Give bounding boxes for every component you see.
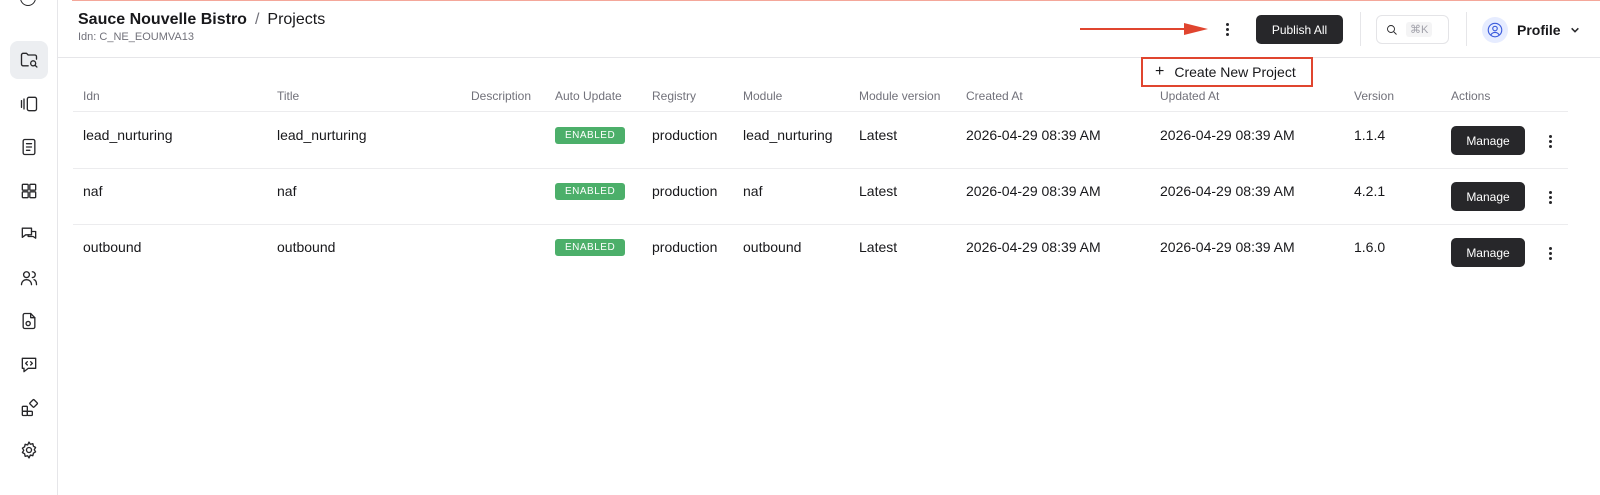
cell-idn: outbound	[83, 239, 142, 255]
sidebar	[0, 0, 58, 495]
breadcrumb: Sauce Nouvelle Bistro / Projects	[78, 11, 325, 29]
cell-module: lead_nurturing	[743, 127, 833, 143]
users-icon	[20, 271, 38, 286]
page-header: Sauce Nouvelle Bistro / Projects Idn: C_NE…	[58, 0, 1600, 58]
cell-title: outbound	[277, 239, 336, 255]
app-logo-icon	[20, 0, 36, 6]
search-shortcut-hint: ⌘K	[1406, 22, 1433, 37]
cell-version: 1.6.0	[1354, 239, 1386, 255]
sidebar-item-settings[interactable]	[10, 431, 48, 469]
cell-idn: naf	[83, 183, 103, 199]
breadcrumb-separator: /	[254, 11, 260, 28]
code-chat-icon	[21, 357, 37, 373]
sidebar-item-documents[interactable]	[10, 128, 48, 166]
column-header-updated-at[interactable]: Updated At	[1160, 89, 1219, 103]
cell-module-version: Latest	[859, 183, 898, 199]
column-header-version[interactable]: Version	[1354, 89, 1394, 103]
cell-module: outbound	[743, 239, 802, 255]
row-more-options-button[interactable]	[1542, 245, 1558, 261]
breadcrumb-org[interactable]: Sauce Nouvelle Bistro	[78, 11, 247, 28]
column-header-module[interactable]: Module	[743, 89, 782, 103]
row-more-options-button[interactable]	[1542, 189, 1558, 205]
cell-registry: production	[652, 127, 718, 143]
cell-registry: production	[652, 239, 718, 255]
cell-idn: lead_nurturing	[83, 127, 173, 143]
chat-icon	[21, 227, 37, 239]
annotation-arrow	[1080, 23, 1208, 35]
sidebar-item-file-settings[interactable]	[10, 302, 48, 340]
document-icon	[22, 138, 36, 156]
sidebar-item-conversations[interactable]	[10, 215, 48, 253]
table-header-row: Idn Title Description Auto Update Regist…	[73, 86, 1568, 112]
column-header-auto-update[interactable]: Auto Update	[555, 89, 622, 103]
header-divider	[1466, 12, 1467, 46]
cell-version: 4.2.1	[1354, 183, 1386, 199]
grid-icon	[21, 183, 37, 199]
cell-module-version: Latest	[859, 127, 898, 143]
folder-search-icon	[20, 52, 38, 68]
cell-created-at: 2026-04-29 08:39 AM	[966, 183, 1101, 199]
table-row[interactable]: lead_nurturing lead_nurturing ENABLED pr…	[73, 113, 1568, 169]
cell-created-at: 2026-04-29 08:39 AM	[966, 127, 1101, 143]
publish-all-button[interactable]: Publish All	[1256, 15, 1343, 44]
project-idn-label: Idn: C_NE_EOUMVA13	[78, 31, 194, 43]
cell-registry: production	[652, 183, 718, 199]
avatar	[1482, 16, 1508, 43]
column-header-title[interactable]: Title	[277, 89, 299, 103]
sidebar-item-code-chat[interactable]	[10, 346, 48, 384]
create-new-project-menu-item[interactable]: + Create New Project	[1141, 57, 1313, 87]
profile-menu-button[interactable]: Profile	[1482, 15, 1580, 44]
status-badge: ENABLED	[555, 127, 626, 144]
chevron-down-icon	[1570, 27, 1579, 33]
gear-icon	[21, 441, 37, 459]
cell-updated-at: 2026-04-29 08:39 AM	[1160, 127, 1295, 143]
manage-button[interactable]: Manage	[1451, 126, 1525, 155]
column-header-registry[interactable]: Registry	[652, 89, 696, 103]
manage-button[interactable]: Manage	[1451, 182, 1525, 211]
table-row[interactable]: outbound outbound ENABLED production out…	[73, 225, 1568, 281]
profile-label: Profile	[1517, 21, 1561, 38]
cell-updated-at: 2026-04-29 08:39 AM	[1160, 183, 1295, 199]
column-header-created-at[interactable]: Created At	[966, 89, 1023, 103]
cell-updated-at: 2026-04-29 08:39 AM	[1160, 239, 1295, 255]
column-header-module-version[interactable]: Module version	[859, 89, 940, 103]
create-new-project-label: Create New Project	[1174, 64, 1296, 80]
manage-button[interactable]: Manage	[1451, 238, 1525, 267]
status-badge: ENABLED	[555, 239, 626, 256]
plus-icon: +	[1155, 63, 1165, 80]
page-title: Projects	[267, 11, 326, 28]
search-button[interactable]: ⌘K	[1376, 15, 1449, 44]
sidebar-item-dashboard[interactable]	[10, 172, 48, 210]
cell-module: naf	[743, 183, 763, 199]
file-settings-icon	[22, 312, 36, 330]
sidebar-item-projects[interactable]	[10, 41, 48, 79]
cell-module-version: Latest	[859, 239, 898, 255]
search-icon	[1387, 24, 1397, 35]
sidebar-item-boards[interactable]	[10, 85, 48, 123]
table-row[interactable]: naf naf ENABLED production naf Latest 20…	[73, 169, 1568, 225]
status-badge: ENABLED	[555, 183, 626, 200]
cell-version: 1.1.4	[1354, 127, 1386, 143]
widgets-icon	[21, 398, 39, 417]
cell-created-at: 2026-04-29 08:39 AM	[966, 239, 1101, 255]
column-header-description[interactable]: Description	[471, 89, 531, 103]
column-header-idn[interactable]: Idn	[83, 89, 100, 103]
header-divider	[1360, 12, 1361, 46]
cell-title: naf	[277, 183, 297, 199]
cell-title: lead_nurturing	[277, 127, 367, 143]
row-more-options-button[interactable]	[1542, 133, 1558, 149]
more-options-button[interactable]	[1219, 21, 1235, 37]
sidebar-item-users[interactable]	[10, 259, 48, 297]
user-icon	[1487, 22, 1503, 37]
kanban-icon	[20, 96, 38, 112]
sidebar-item-widgets[interactable]	[10, 389, 48, 427]
column-header-actions: Actions	[1451, 89, 1491, 103]
